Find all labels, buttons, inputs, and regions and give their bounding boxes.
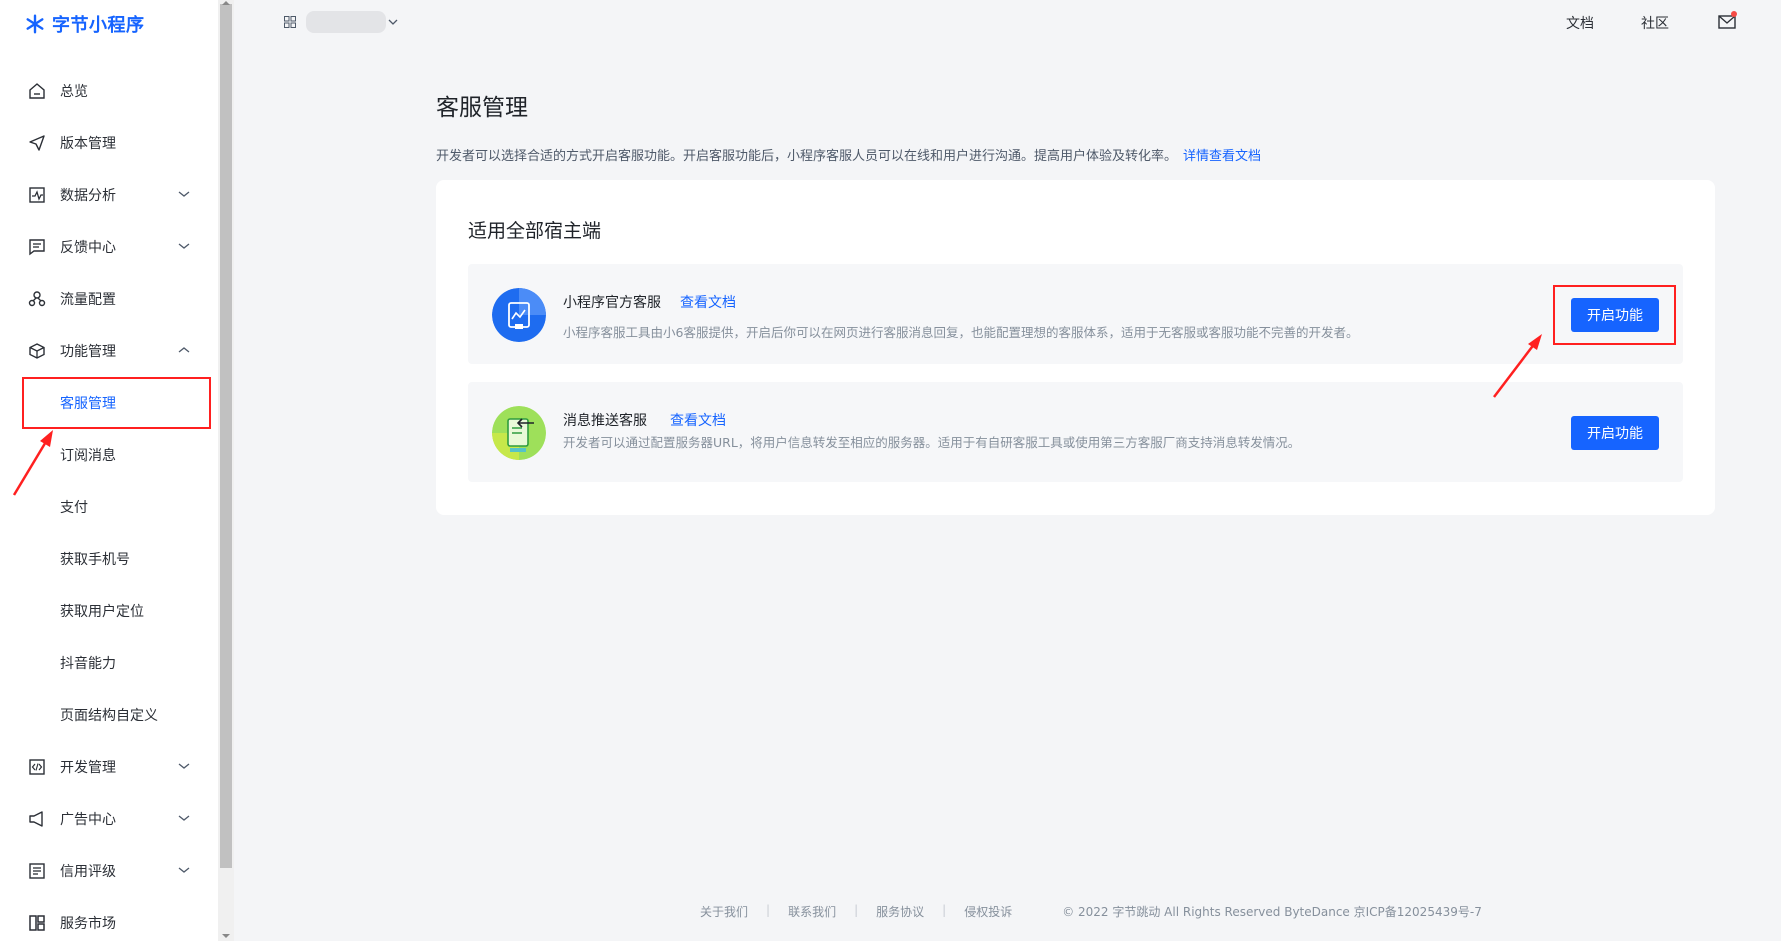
sidebar-item-label: 版本管理 bbox=[60, 136, 116, 152]
chevron-down-icon bbox=[178, 867, 190, 873]
scroll-down-icon[interactable] bbox=[222, 934, 230, 938]
megaphone-icon bbox=[28, 810, 46, 828]
sidebar-subitem-subscribe-message[interactable]: 订阅消息 bbox=[0, 429, 218, 481]
page-description-text: 开发者可以选择合适的方式开启客服功能。开启客服功能后，小程序客服人员可以在线和用… bbox=[436, 149, 1178, 164]
sidebar-item-label: 功能管理 bbox=[60, 344, 116, 360]
doc-detail-link[interactable]: 详情查看文档 bbox=[1183, 149, 1261, 164]
card-title: 适用全部宿主端 bbox=[468, 220, 602, 242]
page-description: 开发者可以选择合适的方式开启客服功能。开启客服功能后，小程序客服人员可以在线和用… bbox=[436, 145, 1261, 164]
brand-name: 字节小程序 bbox=[52, 15, 145, 36]
chevron-down-icon bbox=[178, 763, 190, 769]
annotation-highlight-menu bbox=[22, 377, 211, 429]
official-service-icon bbox=[492, 288, 546, 342]
footer-link-terms[interactable]: 服务协议 bbox=[876, 903, 924, 920]
sidebar-item-credit[interactable]: 信用评级 bbox=[0, 845, 218, 897]
service-name: 消息推送客服 bbox=[563, 413, 647, 429]
sidebar-item-label: 广告中心 bbox=[60, 812, 116, 828]
sidebar-item-label: 反馈中心 bbox=[60, 240, 116, 256]
sidebar-subitem-label: 页面结构自定义 bbox=[60, 708, 158, 724]
annotation-highlight-button bbox=[1553, 285, 1676, 345]
topbar-docs-link[interactable]: 文档 bbox=[1566, 13, 1594, 33]
topbar-community-link[interactable]: 社区 bbox=[1641, 13, 1669, 33]
service-item-push: 消息推送客服 查看文档 开发者可以通过配置服务器URL，将用户信息转发至相应的服… bbox=[468, 382, 1683, 482]
code-icon bbox=[28, 758, 46, 776]
sidebar-item-versions[interactable]: 版本管理 bbox=[0, 117, 218, 169]
sidebar-item-ads[interactable]: 广告中心 bbox=[0, 793, 218, 845]
sidebar: 字节小程序 总览 版本管理 数据分析 反馈中心 流量配置 功能管理 客服管理 订… bbox=[0, 0, 218, 941]
sidebar-subitem-label: 支付 bbox=[60, 500, 88, 516]
sidebar-item-label: 流量配置 bbox=[60, 292, 116, 308]
topbar: 文档 社区 bbox=[234, 0, 1781, 46]
chevron-down-icon bbox=[178, 243, 190, 249]
cube-icon bbox=[28, 342, 46, 360]
service-card: 适用全部宿主端 小程序官方客服 查看文档 小程序客服工具由小6客服提供，开启后你… bbox=[436, 180, 1715, 515]
sidebar-subitem-page-structure[interactable]: 页面结构自定义 bbox=[0, 689, 218, 741]
service-name: 小程序官方客服 bbox=[563, 295, 661, 311]
grid-icon bbox=[28, 914, 46, 932]
footer-separator: | bbox=[766, 903, 771, 917]
page-title: 客服管理 bbox=[436, 95, 528, 121]
chart-icon bbox=[28, 186, 46, 204]
sidebar-subitem-douyin[interactable]: 抖音能力 bbox=[0, 637, 218, 689]
service-doc-link[interactable]: 查看文档 bbox=[670, 410, 726, 430]
service-description: 小程序客服工具由小6客服提供，开启后你可以在网页进行客服消息回复，也能配置理想的… bbox=[563, 325, 1359, 340]
sidebar-subitem-payment[interactable]: 支付 bbox=[0, 481, 218, 533]
sidebar-subitem-phone-number[interactable]: 获取手机号 bbox=[0, 533, 218, 585]
sidebar-subitem-location[interactable]: 获取用户定位 bbox=[0, 585, 218, 637]
sidebar-subitem-label: 获取用户定位 bbox=[60, 604, 144, 620]
sidebar-item-feedback[interactable]: 反馈中心 bbox=[0, 221, 218, 273]
service-description: 开发者可以通过配置服务器URL，将用户信息转发至相应的服务器。适用于有自研客服工… bbox=[563, 435, 1301, 450]
sidebar-item-label: 数据分析 bbox=[60, 188, 116, 204]
enable-push-service-button[interactable]: 开启功能 bbox=[1571, 416, 1659, 450]
sidebar-item-data-analysis[interactable]: 数据分析 bbox=[0, 169, 218, 221]
footer-copyright: © 2022 字节跳动 All Rights Reserved ByteDanc… bbox=[1062, 905, 1482, 919]
sidebar-item-features[interactable]: 功能管理 bbox=[0, 325, 218, 377]
app-name-redacted[interactable] bbox=[306, 11, 386, 33]
app-grid-icon[interactable] bbox=[284, 16, 296, 28]
sidebar-item-traffic[interactable]: 流量配置 bbox=[0, 273, 218, 325]
chevron-down-icon[interactable] bbox=[388, 17, 398, 27]
sidebar-item-overview[interactable]: 总览 bbox=[0, 65, 218, 117]
sidebar-subitem-label: 订阅消息 bbox=[60, 448, 116, 464]
service-doc-link[interactable]: 查看文档 bbox=[680, 292, 736, 312]
brand-logo-icon bbox=[26, 14, 44, 34]
sidebar-subitem-label: 获取手机号 bbox=[60, 552, 130, 568]
footer-separator: | bbox=[854, 903, 859, 917]
chevron-down-icon bbox=[178, 815, 190, 821]
home-icon bbox=[28, 82, 46, 100]
sidebar-item-dev[interactable]: 开发管理 bbox=[0, 741, 218, 793]
chevron-down-icon bbox=[178, 191, 190, 197]
footer-link-contact[interactable]: 联系我们 bbox=[788, 903, 836, 920]
footer: 关于我们 | 联系我们 | 服务协议 | 侵权投诉 © 2022 字节跳动 Al… bbox=[700, 903, 1482, 920]
sidebar-menu: 总览 版本管理 数据分析 反馈中心 流量配置 功能管理 客服管理 订阅消息 支付… bbox=[0, 65, 218, 941]
sidebar-item-label: 服务市场 bbox=[60, 916, 116, 932]
notification-dot bbox=[1731, 11, 1737, 17]
chevron-up-icon bbox=[178, 347, 190, 353]
sidebar-subitem-label: 抖音能力 bbox=[60, 656, 116, 672]
push-service-icon bbox=[492, 406, 546, 460]
feedback-icon bbox=[28, 238, 46, 256]
scroll-up-icon[interactable] bbox=[222, 1, 230, 5]
sidebar-item-service-market[interactable]: 服务市场 bbox=[0, 897, 218, 941]
send-icon bbox=[28, 134, 46, 152]
brand-logo[interactable]: 字节小程序 bbox=[24, 10, 145, 38]
traffic-icon bbox=[28, 290, 46, 308]
footer-link-infringement[interactable]: 侵权投诉 bbox=[964, 903, 1012, 920]
sidebar-item-label: 开发管理 bbox=[60, 760, 116, 776]
footer-separator: | bbox=[942, 903, 947, 917]
rating-icon bbox=[28, 862, 46, 880]
sidebar-scrollbar-thumb[interactable] bbox=[220, 4, 232, 868]
service-item-official: 小程序官方客服 查看文档 小程序客服工具由小6客服提供，开启后你可以在网页进行客… bbox=[468, 264, 1683, 364]
footer-link-about[interactable]: 关于我们 bbox=[700, 903, 748, 920]
sidebar-item-label: 信用评级 bbox=[60, 864, 116, 880]
sidebar-item-label: 总览 bbox=[60, 84, 88, 100]
